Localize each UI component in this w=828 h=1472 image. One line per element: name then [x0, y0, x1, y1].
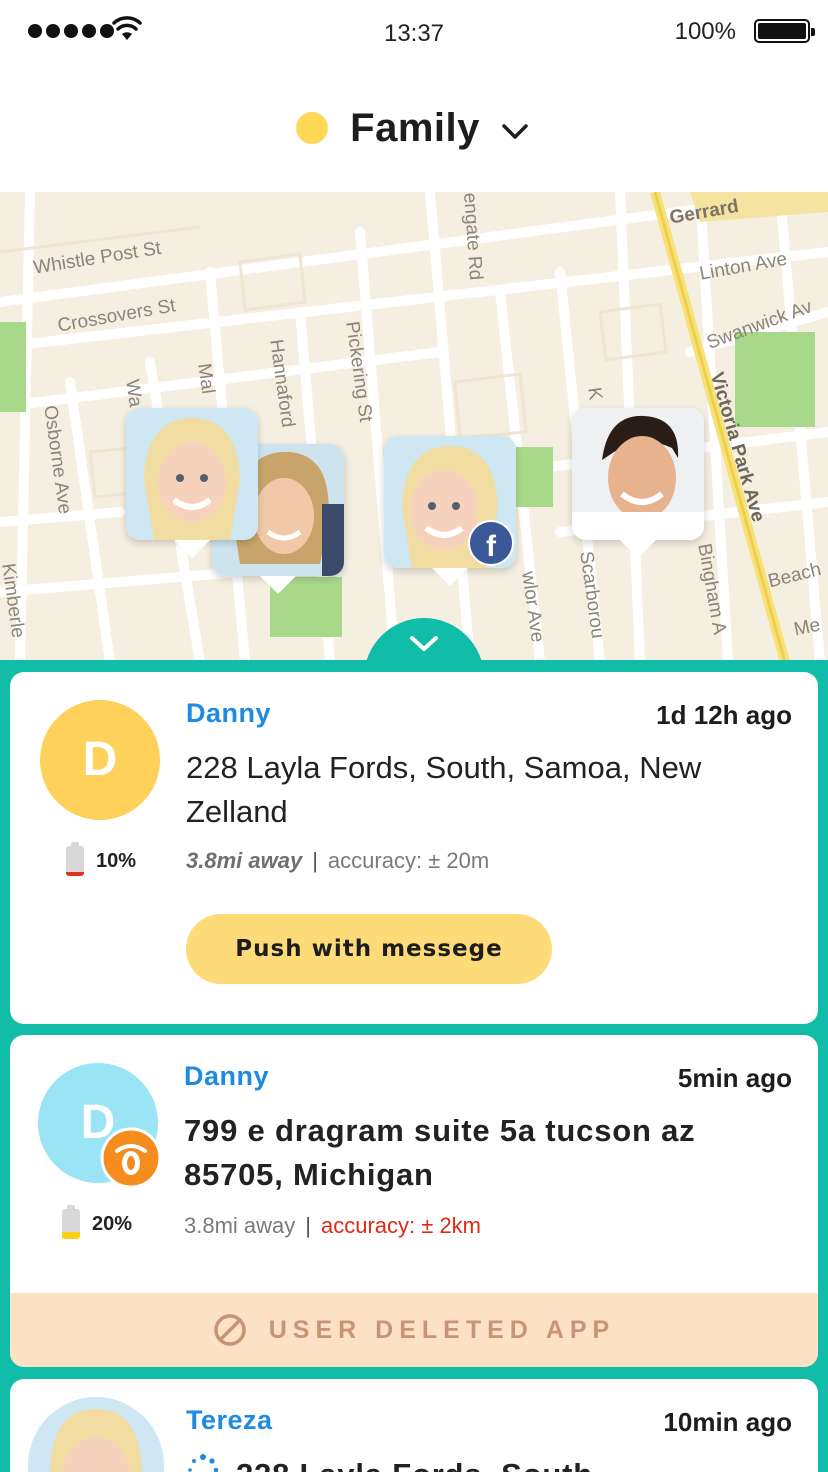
battery-level: 20%: [92, 1212, 133, 1235]
person-address: 228 Layla Fords, South: [236, 1453, 796, 1472]
avatar: D: [40, 700, 160, 820]
person-card[interactable]: Tereza 10min ago 228 Layla Fords, South: [10, 1379, 818, 1472]
person-card[interactable]: D Danny 5min ago 799 e dragram suite 5a …: [10, 1035, 818, 1367]
accuracy: accuracy: ± 2km: [321, 1213, 482, 1238]
person-card[interactable]: D Danny 1d 12h ago 228 Layla Fords, Sout…: [10, 672, 818, 1024]
battery-level: 10%: [96, 849, 137, 872]
distance: 3.8mi away: [184, 1213, 296, 1238]
street-label: Wa: [121, 378, 146, 409]
person-name: Danny: [186, 698, 272, 728]
distance: 3.8mi away: [186, 848, 303, 873]
map-marker-girl-1[interactable]: [126, 408, 258, 558]
chevron-down-icon: [502, 124, 528, 139]
status-text: USER DELETED APP: [268, 1315, 616, 1344]
battery-icon: [62, 1205, 80, 1239]
person-name: Tereza: [186, 1405, 273, 1435]
battery-icon: [754, 19, 815, 43]
facebook-icon: f: [468, 520, 514, 566]
battery-percentage: 100%: [674, 18, 736, 45]
last-seen-time: 10min ago: [663, 1407, 792, 1437]
last-seen-time: 5min ago: [677, 1063, 792, 1093]
battery-status: 10%: [66, 842, 137, 876]
person-address: 799 e dragram suite 5a tucson az 85705, …: [184, 1113, 696, 1192]
map-view[interactable]: Whistle Post St Crossovers St Osborne Av…: [0, 192, 828, 662]
man-photo: [572, 408, 704, 540]
map-marker-girl-2[interactable]: f: [384, 436, 516, 586]
group-name: Family: [350, 105, 480, 150]
location-meta: 3.8mi away | accuracy: ± 20m: [186, 848, 490, 873]
group-color-dot: [296, 112, 329, 144]
girl-photo: [126, 408, 258, 540]
battery-icon: [66, 842, 84, 876]
chevron-down-icon: [410, 636, 438, 651]
location-meta: 3.8mi away | accuracy: ± 2km: [184, 1213, 482, 1238]
push-message-button[interactable]: Push with messege: [186, 914, 552, 984]
user-deleted-app-banner: USER DELETED APP: [10, 1293, 818, 1367]
accuracy: accuracy: ± 20m: [327, 848, 490, 873]
loading-spinner-icon: [188, 1454, 219, 1472]
blocked-icon: [213, 1314, 246, 1346]
street-label: K: [583, 386, 606, 402]
map-marker-man[interactable]: [572, 408, 704, 558]
app-deleted-badge-icon: [100, 1127, 162, 1189]
last-seen-time: 1d 12h ago: [656, 700, 792, 730]
person-address: 228 Layla Fords, South, Samoa, New Zella…: [186, 750, 702, 829]
girl-photo: [50, 1409, 142, 1472]
group-selector[interactable]: Family: [0, 64, 828, 192]
status-bar: 13:37 100%: [0, 0, 828, 64]
battery-status: 20%: [62, 1205, 133, 1239]
avatar: [28, 1397, 164, 1472]
street-label: Mal: [193, 362, 219, 396]
person-name: Danny: [184, 1061, 270, 1091]
